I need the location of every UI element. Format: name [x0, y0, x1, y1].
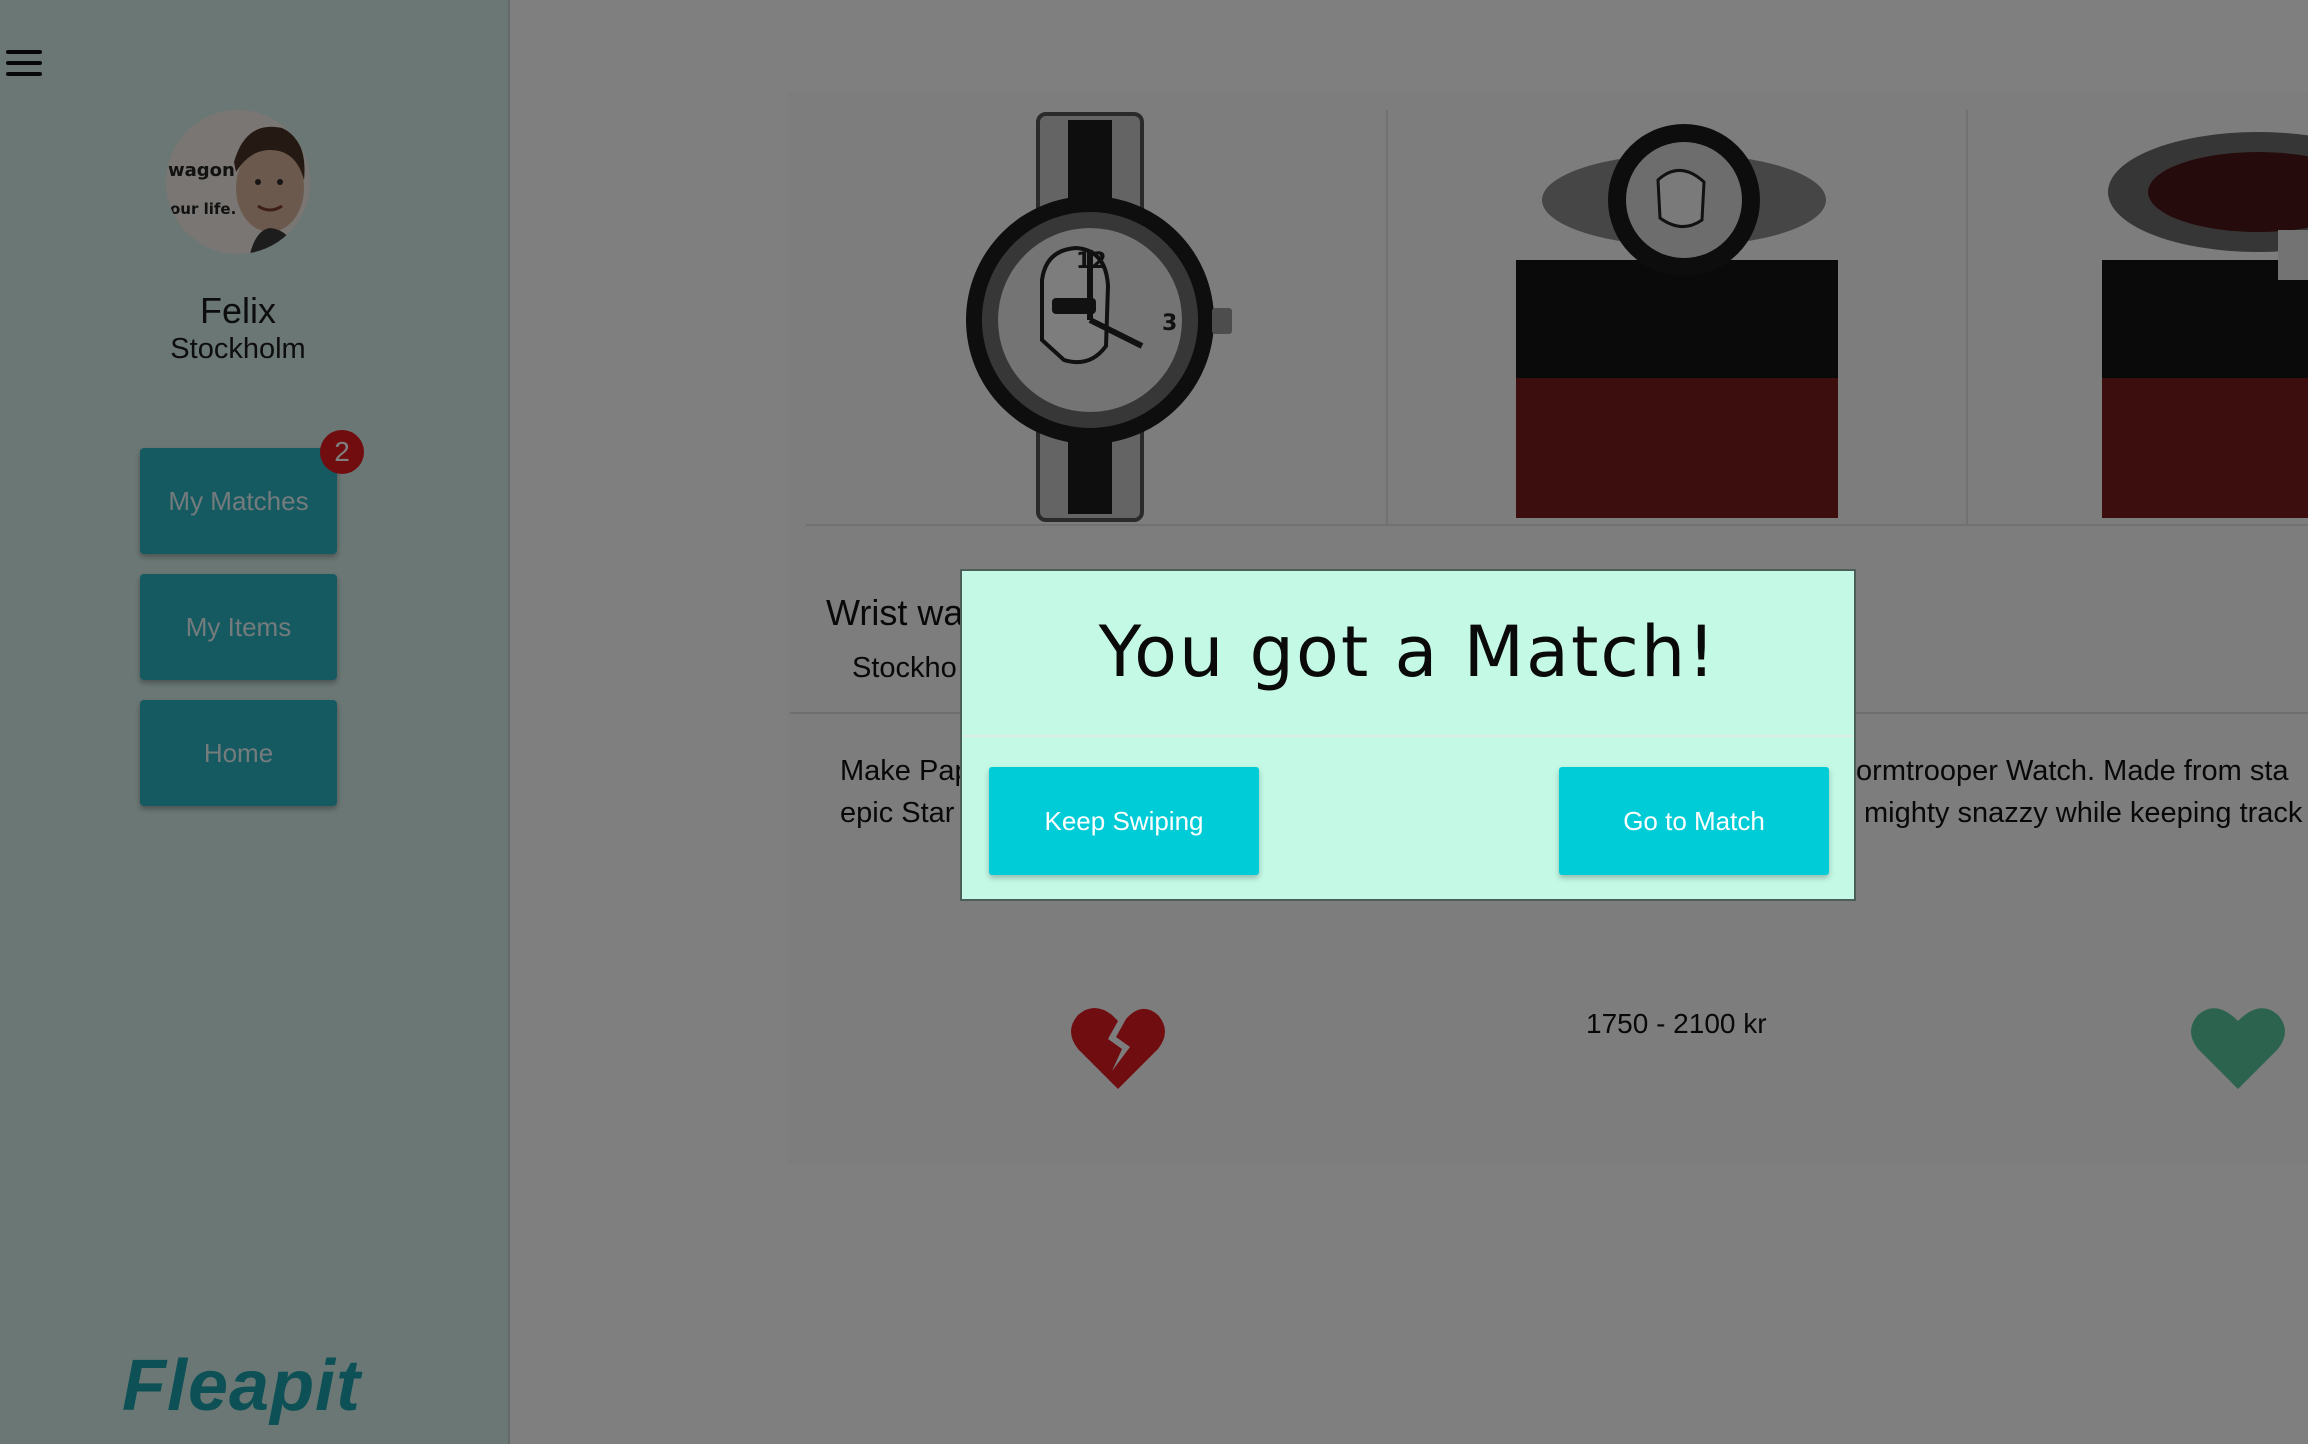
modal-divider: [962, 735, 1854, 737]
go-to-match-button[interactable]: Go to Match: [1559, 767, 1829, 875]
modal-title: You got a Match!: [1098, 611, 1718, 693]
keep-swiping-button[interactable]: Keep Swiping: [989, 767, 1259, 875]
match-modal: You got a Match! Keep Swiping Go to Matc…: [960, 569, 1856, 901]
